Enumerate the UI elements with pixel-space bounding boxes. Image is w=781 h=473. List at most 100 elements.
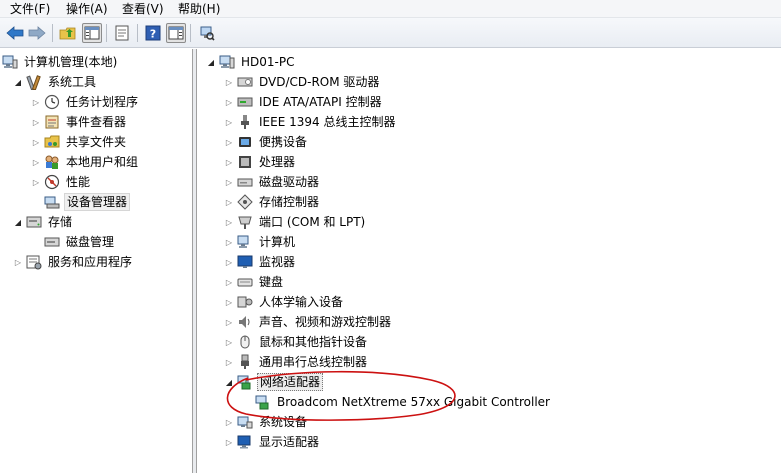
tree-node-device-category[interactable]: ▷ 计算机 [223, 232, 297, 252]
services-icon [26, 254, 42, 270]
tree-node-device-category[interactable]: ▷ 鼠标和其他指针设备 [223, 332, 369, 352]
expand-icon[interactable]: ▷ [223, 336, 235, 348]
tree-node-device-category[interactable]: ▷ 键盘 [223, 272, 285, 292]
tree-node-display-adapters[interactable]: ▷ 显示适配器 [223, 432, 321, 452]
expand-icon[interactable]: ▷ [223, 116, 235, 128]
tree-node-device-category[interactable]: ▷ 声音、视频和游戏控制器 [223, 312, 393, 332]
expand-icon[interactable]: ▷ [223, 96, 235, 108]
expand-icon[interactable]: ▷ [223, 276, 235, 288]
mouse-icon [237, 334, 253, 350]
clock-icon [44, 94, 60, 110]
tree-node-services-apps[interactable]: ▷ 服务和应用程序 [12, 252, 134, 272]
expand-icon[interactable]: ▷ [223, 196, 235, 208]
event-viewer-icon [44, 114, 60, 130]
tree-node-event-viewer[interactable]: ▷ 事件查看器 [30, 112, 128, 132]
show-hide-console-tree-icon [84, 26, 100, 40]
tree-node-device-category[interactable]: ▷ 便携设备 [223, 132, 309, 152]
help-icon: ? [145, 25, 161, 41]
storage-controller-icon [237, 194, 253, 210]
expand-icon[interactable]: ▷ [30, 156, 42, 168]
tree-node-device-category[interactable]: ▷ IDE ATA/ATAPI 控制器 [223, 92, 384, 112]
monitor-icon [237, 254, 253, 270]
up-folder-icon [59, 27, 76, 40]
disk-management-icon [44, 234, 60, 250]
shared-folder-icon [44, 134, 60, 150]
svg-text:?: ? [150, 28, 156, 41]
expand-icon[interactable]: ▷ [223, 136, 235, 148]
tree-node-task-scheduler[interactable]: ▷ 任务计划程序 [30, 92, 140, 112]
menu-help[interactable]: 帮助(H) [178, 1, 220, 17]
tree-node-device-category[interactable]: ▷ 端口 (COM 和 LPT) [223, 212, 367, 232]
expand-icon[interactable]: ▷ [223, 156, 235, 168]
tree-node-device-category[interactable]: ▷ 人体学输入设备 [223, 292, 345, 312]
port-icon [237, 214, 253, 230]
red-annotation-circle [226, 370, 456, 421]
expand-icon[interactable]: ▷ [12, 256, 24, 268]
properties-icon [115, 25, 129, 41]
collapse-icon[interactable]: ◢ [12, 76, 24, 88]
properties-button[interactable] [112, 23, 132, 43]
device-manager-icon [44, 194, 60, 210]
tree-node-computer[interactable]: ◢ HD01-PC [205, 52, 296, 72]
tree-node-device-category[interactable]: ▷ 磁盘驱动器 [223, 172, 321, 192]
tree-node-disk-management[interactable]: 磁盘管理 [30, 232, 116, 252]
usb-icon [237, 354, 253, 370]
tree-node-performance[interactable]: ▷ 性能 [30, 172, 92, 192]
scan-hardware-icon [200, 26, 215, 41]
tree-node-computer-management[interactable]: 计算机管理(本地) [2, 52, 119, 72]
back-button[interactable] [5, 23, 25, 43]
expand-icon[interactable]: ▷ [223, 236, 235, 248]
expand-icon[interactable]: ▷ [30, 96, 42, 108]
tree-node-device-manager[interactable]: 设备管理器 [30, 192, 131, 212]
console-tree-pane: 计算机管理(本地) ◢ 系统工具 ▷ 任务计划程序 ▷ 事件查看器 ▷ 共享文件… [0, 49, 193, 473]
expand-icon[interactable]: ▷ [30, 176, 42, 188]
expand-icon[interactable]: ▷ [30, 136, 42, 148]
expand-icon[interactable]: ▷ [223, 316, 235, 328]
tree-node-storage[interactable]: ◢ 存储 [12, 212, 74, 232]
expand-icon[interactable]: ▷ [223, 76, 235, 88]
expand-icon[interactable]: ▷ [223, 216, 235, 228]
up-one-level-button[interactable] [58, 23, 78, 43]
tools-icon [26, 74, 42, 90]
help-button[interactable]: ? [143, 23, 163, 43]
dvd-drive-icon [237, 74, 253, 90]
expand-icon[interactable]: ▷ [223, 176, 235, 188]
tree-node-shared-folders[interactable]: ▷ 共享文件夹 [30, 132, 128, 152]
tree-node-device-category[interactable]: ▷ IEEE 1394 总线主控制器 [223, 112, 397, 132]
tree-node-device-category[interactable]: ▷ 监视器 [223, 252, 297, 272]
menu-bar: 文件(F) 操作(A) 查看(V) 帮助(H) [0, 0, 781, 18]
users-icon [44, 154, 60, 170]
expand-icon[interactable]: ▷ [223, 356, 235, 368]
expand-icon[interactable]: ▷ [30, 116, 42, 128]
tree-node-device-category[interactable]: ▷ DVD/CD-ROM 驱动器 [223, 72, 381, 92]
expand-icon[interactable]: ▷ [223, 436, 235, 448]
processor-icon [237, 154, 253, 170]
hid-icon [237, 294, 253, 310]
display-adapter-icon [237, 434, 253, 450]
tree-node-local-users[interactable]: ▷ 本地用户和组 [30, 152, 140, 172]
action-pane-button[interactable] [166, 23, 186, 43]
expand-icon[interactable]: ▷ [223, 256, 235, 268]
collapse-icon[interactable]: ◢ [205, 56, 217, 68]
tree-node-device-category[interactable]: ▷ 存储控制器 [223, 192, 321, 212]
computer-management-icon [2, 54, 18, 70]
tree-node-system-tools[interactable]: ◢ 系统工具 [12, 72, 98, 92]
computer-icon [237, 234, 253, 250]
menu-file[interactable]: 文件(F) [10, 1, 50, 17]
forward-button[interactable] [27, 23, 47, 43]
sound-icon [237, 314, 253, 330]
tree-node-device-category[interactable]: ▷ 通用串行总线控制器 [223, 352, 369, 372]
menu-action[interactable]: 操作(A) [66, 1, 108, 17]
tree-node-device-category[interactable]: ▷ 处理器 [223, 152, 297, 172]
ieee1394-icon [237, 114, 253, 130]
back-arrow-icon [6, 26, 24, 40]
show-hide-tree-button[interactable] [82, 23, 102, 43]
scan-hardware-button[interactable] [197, 23, 217, 43]
action-pane-icon [168, 26, 184, 40]
menu-view[interactable]: 查看(V) [122, 1, 164, 17]
collapse-icon[interactable]: ◢ [12, 216, 24, 228]
expand-icon[interactable]: ▷ [223, 296, 235, 308]
storage-icon [26, 214, 42, 230]
pc-icon [219, 54, 235, 70]
ide-controller-icon [237, 94, 253, 110]
